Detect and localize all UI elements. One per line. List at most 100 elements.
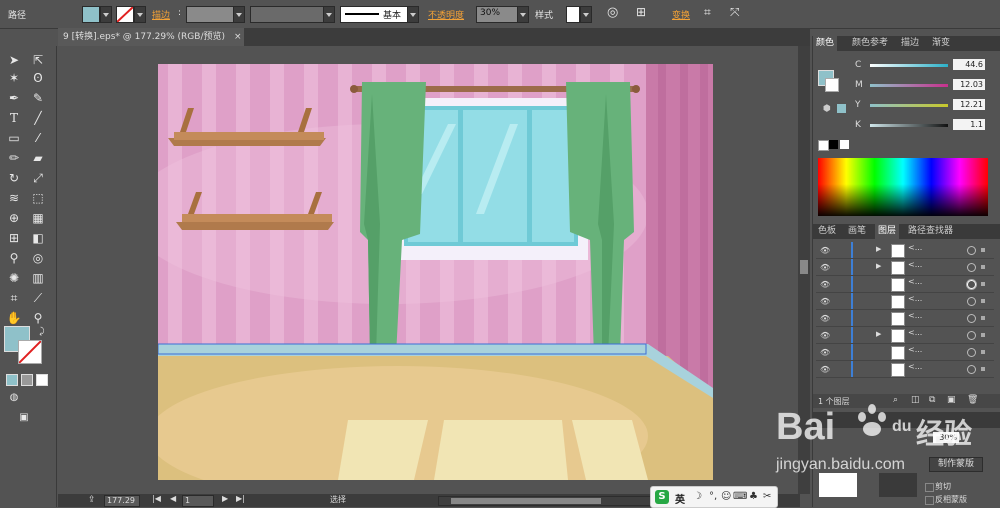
- symbol-sprayer-tool-icon[interactable]: ✺: [6, 270, 22, 286]
- brush-definition[interactable]: 基本: [340, 6, 408, 23]
- black-swatch[interactable]: [829, 140, 838, 149]
- swap-colors-icon[interactable]: ⤸: [34, 324, 50, 340]
- selection-indicator[interactable]: [981, 350, 985, 354]
- value-c[interactable]: 44.6: [953, 59, 985, 70]
- prev-artboard-icon[interactable]: ◀: [170, 494, 176, 503]
- selection-tool-icon[interactable]: ➤: [6, 52, 22, 68]
- visibility-eye-icon[interactable]: 👁: [820, 263, 830, 272]
- keyboard-icon[interactable]: ⌨: [733, 491, 747, 502]
- gamut-swatch[interactable]: [837, 104, 846, 113]
- direct-selection-tool-icon[interactable]: ⇱: [30, 52, 46, 68]
- type-tool-icon[interactable]: T: [6, 110, 22, 126]
- variable-width-profile[interactable]: [250, 6, 324, 23]
- slider-m[interactable]: [870, 84, 948, 87]
- expand-arrow-icon[interactable]: ▶: [876, 262, 881, 270]
- stroke-dropdown[interactable]: [134, 6, 146, 23]
- style-dropdown[interactable]: [580, 6, 592, 23]
- fill-swatch[interactable]: [82, 6, 100, 23]
- layer-name[interactable]: <...: [908, 243, 922, 252]
- layer-name[interactable]: <...: [908, 260, 922, 269]
- curvature-tool-icon[interactable]: ✎: [30, 90, 46, 106]
- tab-color-guide[interactable]: 颜色参考: [849, 36, 891, 51]
- scale-tool-icon[interactable]: ⤢: [30, 170, 46, 186]
- stroke-link[interactable]: 描边: [152, 8, 170, 21]
- tab-brushes[interactable]: 画笔: [845, 224, 869, 239]
- emoji-icon[interactable]: ☺: [721, 491, 731, 502]
- transform-link[interactable]: 变换: [672, 8, 690, 21]
- tab-stroke[interactable]: 描边: [898, 36, 922, 51]
- pen-tool-icon[interactable]: ✒: [6, 90, 22, 106]
- slider-y[interactable]: [870, 104, 948, 107]
- layer-name[interactable]: <...: [908, 345, 922, 354]
- pencil-tool-icon[interactable]: ✏: [6, 150, 22, 166]
- layer-row[interactable]: 👁 <...: [816, 276, 994, 293]
- width-tool-icon[interactable]: ≋: [6, 190, 22, 206]
- slice-tool-icon[interactable]: ⟋: [30, 290, 46, 306]
- page-field[interactable]: 1: [182, 495, 214, 507]
- layer-name[interactable]: <...: [908, 311, 922, 320]
- panel-stroke-swatch[interactable]: [825, 78, 839, 92]
- eyedropper-tool-icon[interactable]: ⚲: [6, 250, 22, 266]
- opacity-dropdown[interactable]: [517, 6, 529, 23]
- selection-indicator[interactable]: [981, 299, 985, 303]
- expand-arrow-icon[interactable]: ▶: [876, 330, 881, 338]
- shape-builder-tool-icon[interactable]: ⊕: [6, 210, 22, 226]
- layer-name[interactable]: <...: [908, 294, 922, 303]
- layer-name[interactable]: <...: [908, 362, 922, 371]
- target-circle-icon[interactable]: [967, 348, 976, 357]
- zoom-field[interactable]: 177.29: [104, 495, 140, 507]
- slider-c[interactable]: [870, 64, 948, 67]
- horizontal-scroll-thumb[interactable]: [451, 498, 601, 504]
- isolate-icon[interactable]: ⌗: [704, 5, 711, 20]
- magic-wand-tool-icon[interactable]: ✶: [6, 70, 22, 86]
- tab-color[interactable]: 颜色: [813, 36, 838, 51]
- stroke-color-box[interactable]: [18, 340, 42, 364]
- expand-arrow-icon[interactable]: ▶: [876, 245, 881, 253]
- white-swatch[interactable]: [840, 140, 849, 149]
- rotate-tool-icon[interactable]: ↻: [6, 170, 22, 186]
- tab-swatches[interactable]: 色板: [815, 224, 839, 239]
- fill-dropdown[interactable]: [100, 6, 112, 23]
- paintbrush-tool-icon[interactable]: ⁄: [30, 130, 46, 146]
- opacity-link[interactable]: 不透明度: [428, 8, 464, 21]
- value-k[interactable]: 1.1: [953, 119, 985, 130]
- align-icon[interactable]: ⊞: [636, 5, 646, 19]
- gradient-tool-icon[interactable]: ◧: [30, 230, 46, 246]
- perspective-grid-tool-icon[interactable]: ▦: [30, 210, 46, 226]
- stroke-weight-field[interactable]: [186, 6, 234, 23]
- layer-row[interactable]: 👁 <...: [816, 310, 994, 327]
- style-swatch[interactable]: [566, 6, 580, 23]
- lasso-tool-icon[interactable]: ʘ: [30, 70, 46, 86]
- target-circle-icon[interactable]: [967, 246, 976, 255]
- layer-row[interactable]: 👁 <...: [816, 293, 994, 310]
- recolor-icon[interactable]: ◎: [607, 5, 618, 20]
- arrange-icon[interactable]: ⤧: [730, 5, 740, 20]
- line-tool-icon[interactable]: ╱: [30, 110, 46, 126]
- first-artboard-icon[interactable]: |◀: [152, 494, 161, 503]
- artboard-tool-icon[interactable]: ⌗: [6, 290, 22, 306]
- opacity-field[interactable]: 30%: [476, 6, 518, 23]
- layer-row[interactable]: 👁 <...: [816, 361, 994, 378]
- skin-icon[interactable]: ♣: [749, 491, 758, 502]
- mesh-tool-icon[interactable]: ⊞: [6, 230, 22, 246]
- hand-tool-icon[interactable]: ✋: [6, 310, 22, 326]
- stroke-weight-dropdown[interactable]: [233, 6, 245, 23]
- selection-indicator[interactable]: [981, 367, 985, 371]
- tools-icon[interactable]: ✂: [763, 491, 771, 502]
- artboard[interactable]: [158, 64, 713, 480]
- target-circle-icon[interactable]: [967, 331, 976, 340]
- layer-name[interactable]: <...: [908, 277, 922, 286]
- tab-pathfinder[interactable]: 路径查找器: [905, 224, 956, 239]
- visibility-eye-icon[interactable]: 👁: [820, 314, 830, 323]
- none-color-swatch[interactable]: [818, 140, 829, 151]
- close-tab-icon[interactable]: ×: [234, 28, 242, 46]
- selection-indicator[interactable]: [981, 333, 985, 337]
- share-icon[interactable]: ⇪: [88, 495, 96, 505]
- sogou-logo-icon[interactable]: S: [655, 490, 669, 504]
- visibility-eye-icon[interactable]: 👁: [820, 348, 830, 357]
- invert-mask-checkbox[interactable]: [925, 496, 934, 505]
- layer-row[interactable]: 👁 ▶ <...: [816, 327, 994, 344]
- color-spectrum[interactable]: [818, 158, 988, 216]
- clip-checkbox[interactable]: [925, 483, 934, 492]
- screen-mode-icon[interactable]: ▣: [16, 410, 32, 426]
